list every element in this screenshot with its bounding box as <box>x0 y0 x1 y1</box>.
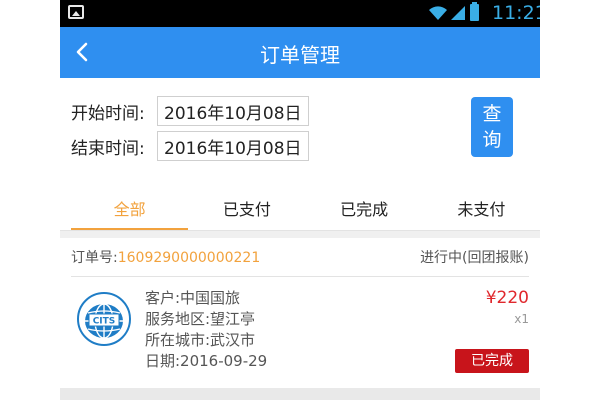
order-number-label: 订单号: <box>71 250 118 266</box>
end-time-row: 结束时间: 2016年10月08日 <box>71 131 309 161</box>
service-area-text: 服务地区:望江亭 <box>145 310 256 328</box>
order-quantity: x1 <box>514 312 529 326</box>
battery-icon <box>470 2 479 21</box>
image-notification-icon <box>68 5 84 19</box>
start-time-label: 开始时间: <box>71 103 145 124</box>
section-gap <box>60 231 540 238</box>
customer-text: 客户:中国国旅 <box>145 289 241 307</box>
order-price: ¥220 <box>485 288 529 308</box>
page-title: 订单管理 <box>260 43 340 67</box>
order-tabs: 全部 已支付 已完成 未支付 <box>71 190 540 230</box>
tab-all[interactable]: 全部 <box>71 190 189 230</box>
tab-paid[interactable]: 已支付 <box>188 190 305 230</box>
start-date-field[interactable]: 2016年10月08日 <box>157 96 309 126</box>
start-time-row: 开始时间: 2016年10月08日 <box>71 96 309 126</box>
tab-completed[interactable]: 已完成 <box>306 190 423 230</box>
clock-time: 11:21 <box>492 2 540 24</box>
status-badge: 已完成 <box>455 349 529 373</box>
end-time-label: 结束时间: <box>71 138 145 159</box>
bottom-gap <box>60 388 540 400</box>
tab-unpaid[interactable]: 未支付 <box>423 190 540 230</box>
order-card[interactable]: 订单号:1609290000000221 进行中(回团报账) CITS 客户:中… <box>60 238 540 388</box>
cits-logo: CITS <box>77 292 131 346</box>
end-date-field[interactable]: 2016年10月08日 <box>157 131 309 161</box>
cits-logo-text: CITS <box>93 317 116 327</box>
query-button-label-1: 查 <box>482 103 502 125</box>
nav-bar: 订单管理 <box>60 27 540 78</box>
order-number: 订单号:1609290000000221 <box>71 247 260 267</box>
city-text: 所在城市:武汉市 <box>145 331 256 349</box>
status-bar: 11:21 <box>60 0 540 27</box>
app-screen: 11:21 订单管理 开始时间: 2016年10月08日 结束时间: 2016年… <box>60 0 540 400</box>
order-info: 客户:中国国旅 服务地区:望江亭 所在城市:武汉市 日期:2016-09-29 <box>145 288 267 372</box>
order-number-value: 1609290000000221 <box>117 250 261 266</box>
wifi-icon <box>429 6 447 20</box>
order-header: 订单号:1609290000000221 进行中(回团报账) <box>71 238 529 277</box>
date-filter: 开始时间: 2016年10月08日 结束时间: 2016年10月08日 查 询 <box>60 78 540 188</box>
query-button-label-2: 询 <box>482 129 502 151</box>
query-button[interactable]: 查 询 <box>471 97 513 157</box>
signal-icon <box>451 6 465 20</box>
date-text: 日期:2016-09-29 <box>145 352 268 370</box>
order-progress-status: 进行中(回团报账) <box>420 250 529 266</box>
